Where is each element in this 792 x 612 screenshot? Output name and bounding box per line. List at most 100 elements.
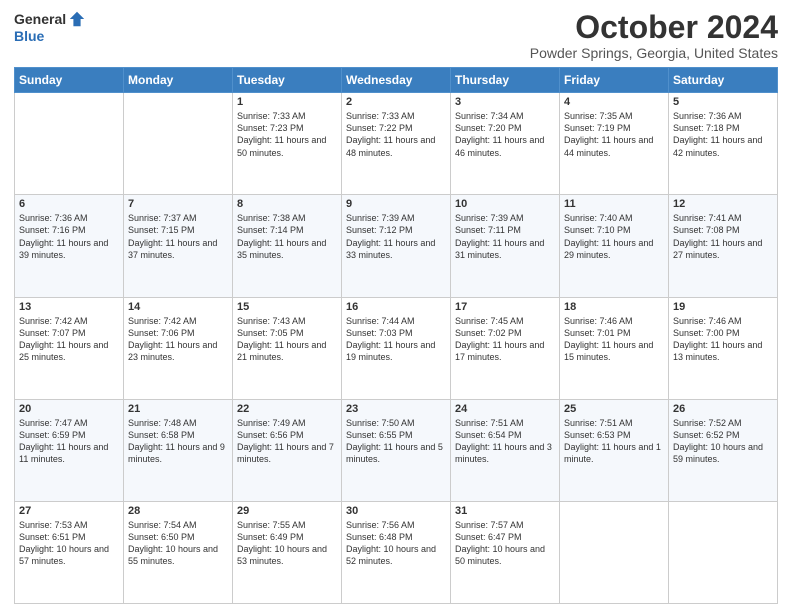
calendar-cell: 9 Sunrise: 7:39 AM Sunset: 7:12 PM Daylig… [342,195,451,297]
day-info: Sunrise: 7:54 AM Sunset: 6:50 PM Dayligh… [128,519,228,568]
calendar-cell: 29 Sunrise: 7:55 AM Sunset: 6:49 PM Dayli… [233,501,342,603]
day-info: Sunrise: 7:44 AM Sunset: 7:03 PM Dayligh… [346,315,446,364]
day-number: 31 [455,505,555,517]
calendar-cell: 31 Sunrise: 7:57 AM Sunset: 6:47 PM Dayli… [451,501,560,603]
day-header-sunday: Sunday [15,68,124,93]
logo-general: General [14,11,66,27]
page: General Blue October 2024 Powder Springs… [0,0,792,612]
calendar-cell: 25 Sunrise: 7:51 AM Sunset: 6:53 PM Dayli… [560,399,669,501]
day-number: 9 [346,198,446,210]
calendar-cell: 1Sunrise: 7:33 AM Sunset: 7:23 PM Daylig… [233,93,342,195]
day-info: Sunrise: 7:48 AM Sunset: 6:58 PM Dayligh… [128,417,228,466]
calendar-cell [560,501,669,603]
day-info: Sunrise: 7:34 AM Sunset: 7:20 PM Dayligh… [455,110,555,159]
calendar-cell: 4 Sunrise: 7:35 AM Sunset: 7:19 PM Daylig… [560,93,669,195]
day-header-saturday: Saturday [669,68,778,93]
calendar-cell: 19 Sunrise: 7:46 AM Sunset: 7:00 PM Dayli… [669,297,778,399]
day-number: 11 [564,198,664,210]
location: Powder Springs, Georgia, United States [530,45,778,61]
day-info: Sunrise: 7:47 AM Sunset: 6:59 PM Dayligh… [19,417,119,466]
day-number: 2 [346,96,446,108]
calendar-cell: 18 Sunrise: 7:46 AM Sunset: 7:01 PM Dayli… [560,297,669,399]
day-info: Sunrise: 7:38 AM Sunset: 7:14 PM Dayligh… [237,212,337,261]
day-info: Sunrise: 7:33 AM Sunset: 7:23 PM Dayligh… [237,110,337,159]
calendar-cell [124,93,233,195]
calendar-cell: 20 Sunrise: 7:47 AM Sunset: 6:59 PM Dayli… [15,399,124,501]
day-number: 19 [673,301,773,313]
day-number: 12 [673,198,773,210]
calendar-cell: 28 Sunrise: 7:54 AM Sunset: 6:50 PM Dayli… [124,501,233,603]
day-info: Sunrise: 7:46 AM Sunset: 7:00 PM Dayligh… [673,315,773,364]
day-info: Sunrise: 7:39 AM Sunset: 7:12 PM Dayligh… [346,212,446,261]
day-info: Sunrise: 7:46 AM Sunset: 7:01 PM Dayligh… [564,315,664,364]
day-number: 6 [19,198,119,210]
day-info: Sunrise: 7:41 AM Sunset: 7:08 PM Dayligh… [673,212,773,261]
day-info: Sunrise: 7:51 AM Sunset: 6:53 PM Dayligh… [564,417,664,466]
day-header-thursday: Thursday [451,68,560,93]
calendar-cell: 22Sunrise: 7:49 AM Sunset: 6:56 PM Dayli… [233,399,342,501]
day-info: Sunrise: 7:56 AM Sunset: 6:48 PM Dayligh… [346,519,446,568]
calendar-cell: 3 Sunrise: 7:34 AM Sunset: 7:20 PM Daylig… [451,93,560,195]
day-number: 25 [564,403,664,415]
day-number: 28 [128,505,228,517]
day-info: Sunrise: 7:39 AM Sunset: 7:11 PM Dayligh… [455,212,555,261]
day-info: Sunrise: 7:49 AM Sunset: 6:56 PM Dayligh… [237,417,337,466]
day-info: Sunrise: 7:35 AM Sunset: 7:19 PM Dayligh… [564,110,664,159]
logo: General Blue [14,10,86,44]
day-info: Sunrise: 7:45 AM Sunset: 7:02 PM Dayligh… [455,315,555,364]
calendar-cell: 15Sunrise: 7:43 AM Sunset: 7:05 PM Dayli… [233,297,342,399]
calendar-cell: 17 Sunrise: 7:45 AM Sunset: 7:02 PM Dayli… [451,297,560,399]
day-header-wednesday: Wednesday [342,68,451,93]
day-number: 24 [455,403,555,415]
calendar-cell: 11 Sunrise: 7:40 AM Sunset: 7:10 PM Dayli… [560,195,669,297]
day-header-monday: Monday [124,68,233,93]
calendar-cell: 23 Sunrise: 7:50 AM Sunset: 6:55 PM Dayli… [342,399,451,501]
month-title: October 2024 [530,10,778,45]
day-info: Sunrise: 7:37 AM Sunset: 7:15 PM Dayligh… [128,212,228,261]
day-info: Sunrise: 7:52 AM Sunset: 6:52 PM Dayligh… [673,417,773,466]
day-number: 4 [564,96,664,108]
day-number: 16 [346,301,446,313]
day-info: Sunrise: 7:40 AM Sunset: 7:10 PM Dayligh… [564,212,664,261]
calendar-cell: 16 Sunrise: 7:44 AM Sunset: 7:03 PM Dayli… [342,297,451,399]
calendar-cell: 5 Sunrise: 7:36 AM Sunset: 7:18 PM Daylig… [669,93,778,195]
day-info: Sunrise: 7:57 AM Sunset: 6:47 PM Dayligh… [455,519,555,568]
day-number: 8 [237,198,337,210]
calendar-cell: 7 Sunrise: 7:37 AM Sunset: 7:15 PM Daylig… [124,195,233,297]
calendar-cell: 30 Sunrise: 7:56 AM Sunset: 6:48 PM Dayli… [342,501,451,603]
day-info: Sunrise: 7:53 AM Sunset: 6:51 PM Dayligh… [19,519,119,568]
day-number: 18 [564,301,664,313]
calendar-cell: 26 Sunrise: 7:52 AM Sunset: 6:52 PM Dayli… [669,399,778,501]
day-number: 7 [128,198,228,210]
day-number: 29 [237,505,337,517]
day-number: 15 [237,301,337,313]
day-header-tuesday: Tuesday [233,68,342,93]
day-number: 20 [19,403,119,415]
calendar-cell: 2 Sunrise: 7:33 AM Sunset: 7:22 PM Daylig… [342,93,451,195]
day-number: 26 [673,403,773,415]
day-number: 3 [455,96,555,108]
day-info: Sunrise: 7:36 AM Sunset: 7:18 PM Dayligh… [673,110,773,159]
header: General Blue October 2024 Powder Springs… [14,10,778,61]
calendar-table: SundayMondayTuesdayWednesdayThursdayFrid… [14,67,778,604]
day-number: 30 [346,505,446,517]
day-info: Sunrise: 7:50 AM Sunset: 6:55 PM Dayligh… [346,417,446,466]
calendar-cell [669,501,778,603]
day-number: 23 [346,403,446,415]
day-info: Sunrise: 7:55 AM Sunset: 6:49 PM Dayligh… [237,519,337,568]
day-number: 14 [128,301,228,313]
day-info: Sunrise: 7:33 AM Sunset: 7:22 PM Dayligh… [346,110,446,159]
calendar-cell: 12 Sunrise: 7:41 AM Sunset: 7:08 PM Dayli… [669,195,778,297]
day-number: 5 [673,96,773,108]
calendar-cell: 27Sunrise: 7:53 AM Sunset: 6:51 PM Dayli… [15,501,124,603]
calendar-cell: 24 Sunrise: 7:51 AM Sunset: 6:54 PM Dayli… [451,399,560,501]
title-section: October 2024 Powder Springs, Georgia, Un… [530,10,778,61]
day-number: 10 [455,198,555,210]
calendar-cell [15,93,124,195]
day-number: 13 [19,301,119,313]
day-info: Sunrise: 7:51 AM Sunset: 6:54 PM Dayligh… [455,417,555,466]
calendar-cell: 6Sunrise: 7:36 AM Sunset: 7:16 PM Daylig… [15,195,124,297]
day-info: Sunrise: 7:42 AM Sunset: 7:06 PM Dayligh… [128,315,228,364]
day-number: 17 [455,301,555,313]
calendar-cell: 8 Sunrise: 7:38 AM Sunset: 7:14 PM Daylig… [233,195,342,297]
